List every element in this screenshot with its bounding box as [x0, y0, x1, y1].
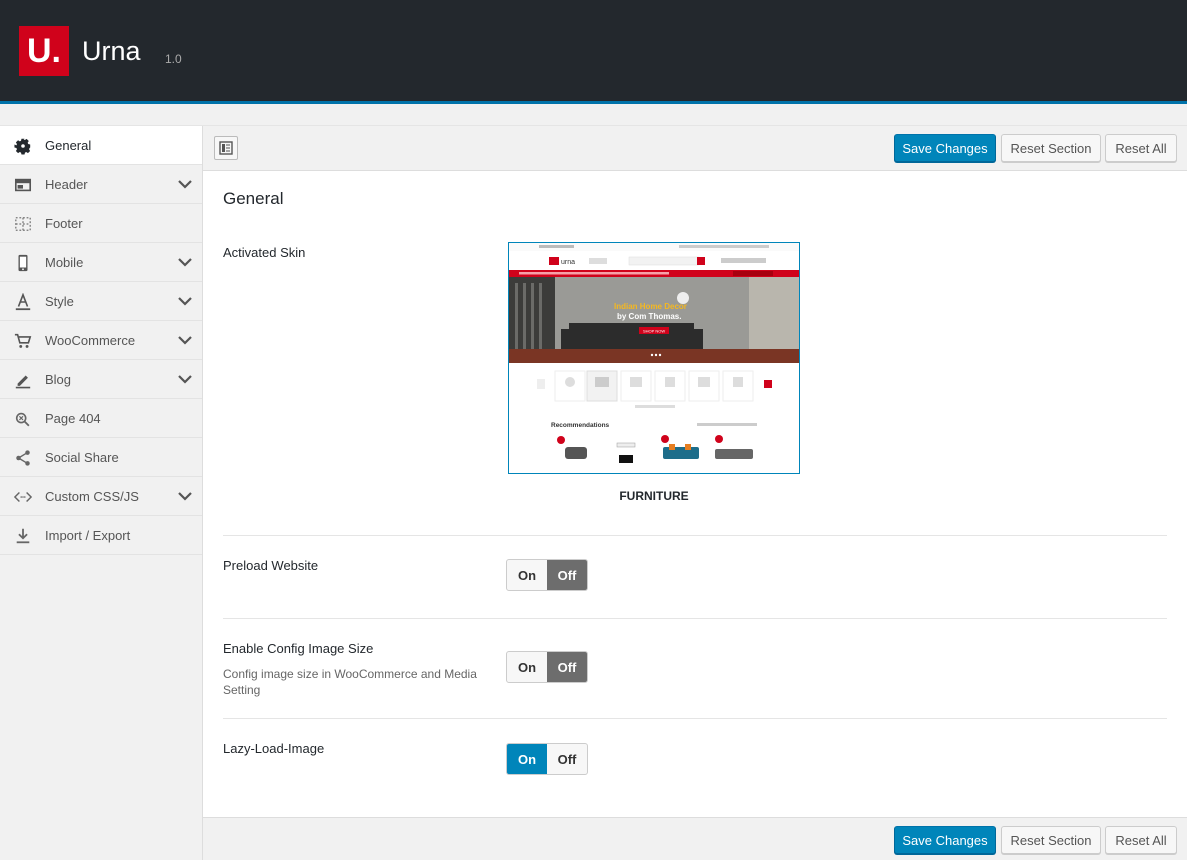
app-header: U. Urna 1.0	[0, 0, 1187, 104]
sidebar-item-footer[interactable]: Footer	[0, 204, 202, 243]
chevron-down-icon	[178, 258, 192, 267]
skin-preview-thumbnail[interactable]: urna Indian Home Decor by Com Thomas. SH…	[508, 242, 800, 474]
sidebar-item-label: Footer	[45, 216, 83, 231]
switch-off-option[interactable]: Off	[547, 560, 587, 590]
layout-panel-icon	[219, 141, 233, 155]
sidebar-item-label: Blog	[45, 372, 72, 387]
switch-off-option[interactable]: Off	[547, 652, 587, 682]
thumb-logo: urna	[561, 259, 575, 266]
top-toolbar: Save Changes Reset Section Reset All	[203, 126, 1187, 171]
sidebar-item-header[interactable]: Header	[0, 165, 202, 204]
reset-all-button-bottom[interactable]: Reset All	[1105, 826, 1177, 854]
sidebar-item-label: Style	[45, 294, 74, 309]
share-icon	[16, 450, 30, 466]
page-404-icon	[15, 412, 30, 427]
lazy-load-image-switch[interactable]: On Off	[506, 743, 588, 775]
sidebar-item-page-404[interactable]: Page 404	[0, 399, 202, 438]
sidebar-item-custom-css-js[interactable]: Custom CSS/JS	[0, 477, 202, 516]
thumb-hero-button: SHOP NOW	[643, 329, 665, 334]
urna-logo: U.	[19, 26, 69, 76]
app-version: 1.0	[165, 52, 182, 66]
sidebar-item-label: Custom CSS/JS	[45, 489, 139, 504]
reset-section-button-bottom[interactable]: Reset Section	[1001, 826, 1101, 854]
config-image-size-description: Config image size in WooCommerce and Med…	[223, 667, 477, 697]
divider	[223, 718, 1167, 719]
bottom-toolbar: Save Changes Reset Section Reset All	[203, 817, 1187, 860]
preload-website-label: Preload Website	[223, 558, 319, 573]
sidebar-item-blog[interactable]: Blog	[0, 360, 202, 399]
divider	[223, 535, 1167, 536]
sidebar-item-import-export[interactable]: Import / Export	[0, 516, 202, 555]
sidebar: General Header Footer Mobile Style WooCo…	[0, 126, 203, 860]
chevron-down-icon	[178, 375, 192, 384]
chevron-down-icon	[178, 297, 192, 306]
save-changes-button-bottom[interactable]: Save Changes	[894, 826, 996, 854]
sidebar-item-woocommerce[interactable]: WooCommerce	[0, 321, 202, 360]
sidebar-item-style[interactable]: Style	[0, 282, 202, 321]
reset-section-button[interactable]: Reset Section	[1001, 134, 1101, 162]
thumb-hero-line2: by Com Thomas.	[617, 312, 681, 321]
divider	[223, 618, 1167, 619]
switch-off-option[interactable]: Off	[547, 744, 587, 774]
sidebar-item-label: WooCommerce	[45, 333, 136, 348]
sidebar-item-label: Header	[45, 177, 88, 192]
save-changes-button[interactable]: Save Changes	[894, 134, 996, 162]
sidebar-item-general[interactable]: General	[0, 126, 202, 165]
gear-icon	[14, 138, 31, 155]
chevron-down-icon	[178, 492, 192, 501]
main-panel: Save Changes Reset Section Reset All Gen…	[203, 126, 1187, 860]
sidebar-item-label: General	[45, 138, 92, 153]
skin-name: FURNITURE	[619, 489, 689, 503]
switch-on-option[interactable]: On	[507, 560, 547, 590]
preload-website-switch[interactable]: On Off	[506, 559, 588, 591]
expand-options-toggle[interactable]	[214, 136, 238, 160]
switch-on-option[interactable]: On	[507, 652, 547, 682]
thumb-recommendations: Recommendations	[551, 422, 610, 429]
sidebar-item-label: Mobile	[45, 255, 84, 270]
sidebar-item-label: Social Share	[45, 450, 119, 465]
activated-skin-label: Activated Skin	[223, 245, 306, 260]
code-icon	[14, 491, 32, 503]
footer-grid-icon	[15, 217, 31, 231]
text-style-icon	[15, 293, 31, 311]
section-title: General	[223, 189, 284, 208]
sidebar-item-social-share[interactable]: Social Share	[0, 438, 202, 477]
switch-on-option[interactable]: On	[507, 744, 547, 774]
furniture-skin-preview: urna Indian Home Decor by Com Thomas. SH…	[509, 243, 799, 473]
header-layout-icon	[14, 178, 32, 192]
header-subbar	[0, 104, 1187, 126]
reset-all-button[interactable]: Reset All	[1105, 134, 1177, 162]
config-image-size-switch[interactable]: On Off	[506, 651, 588, 683]
cart-icon	[14, 333, 32, 348]
edit-pencil-icon	[15, 375, 31, 389]
thumb-hero-line1: Indian Home Decor	[614, 302, 687, 311]
config-image-size-label: Enable Config Image Size	[223, 641, 374, 656]
chevron-down-icon	[178, 336, 192, 345]
lazy-load-image-label: Lazy-Load-Image	[223, 741, 325, 756]
download-icon	[16, 528, 30, 544]
mobile-icon	[18, 254, 28, 272]
sidebar-item-label: Import / Export	[45, 528, 131, 543]
app-title: Urna	[82, 36, 141, 66]
sidebar-item-label: Page 404	[45, 411, 101, 426]
chevron-down-icon	[178, 180, 192, 189]
sidebar-item-mobile[interactable]: Mobile	[0, 243, 202, 282]
